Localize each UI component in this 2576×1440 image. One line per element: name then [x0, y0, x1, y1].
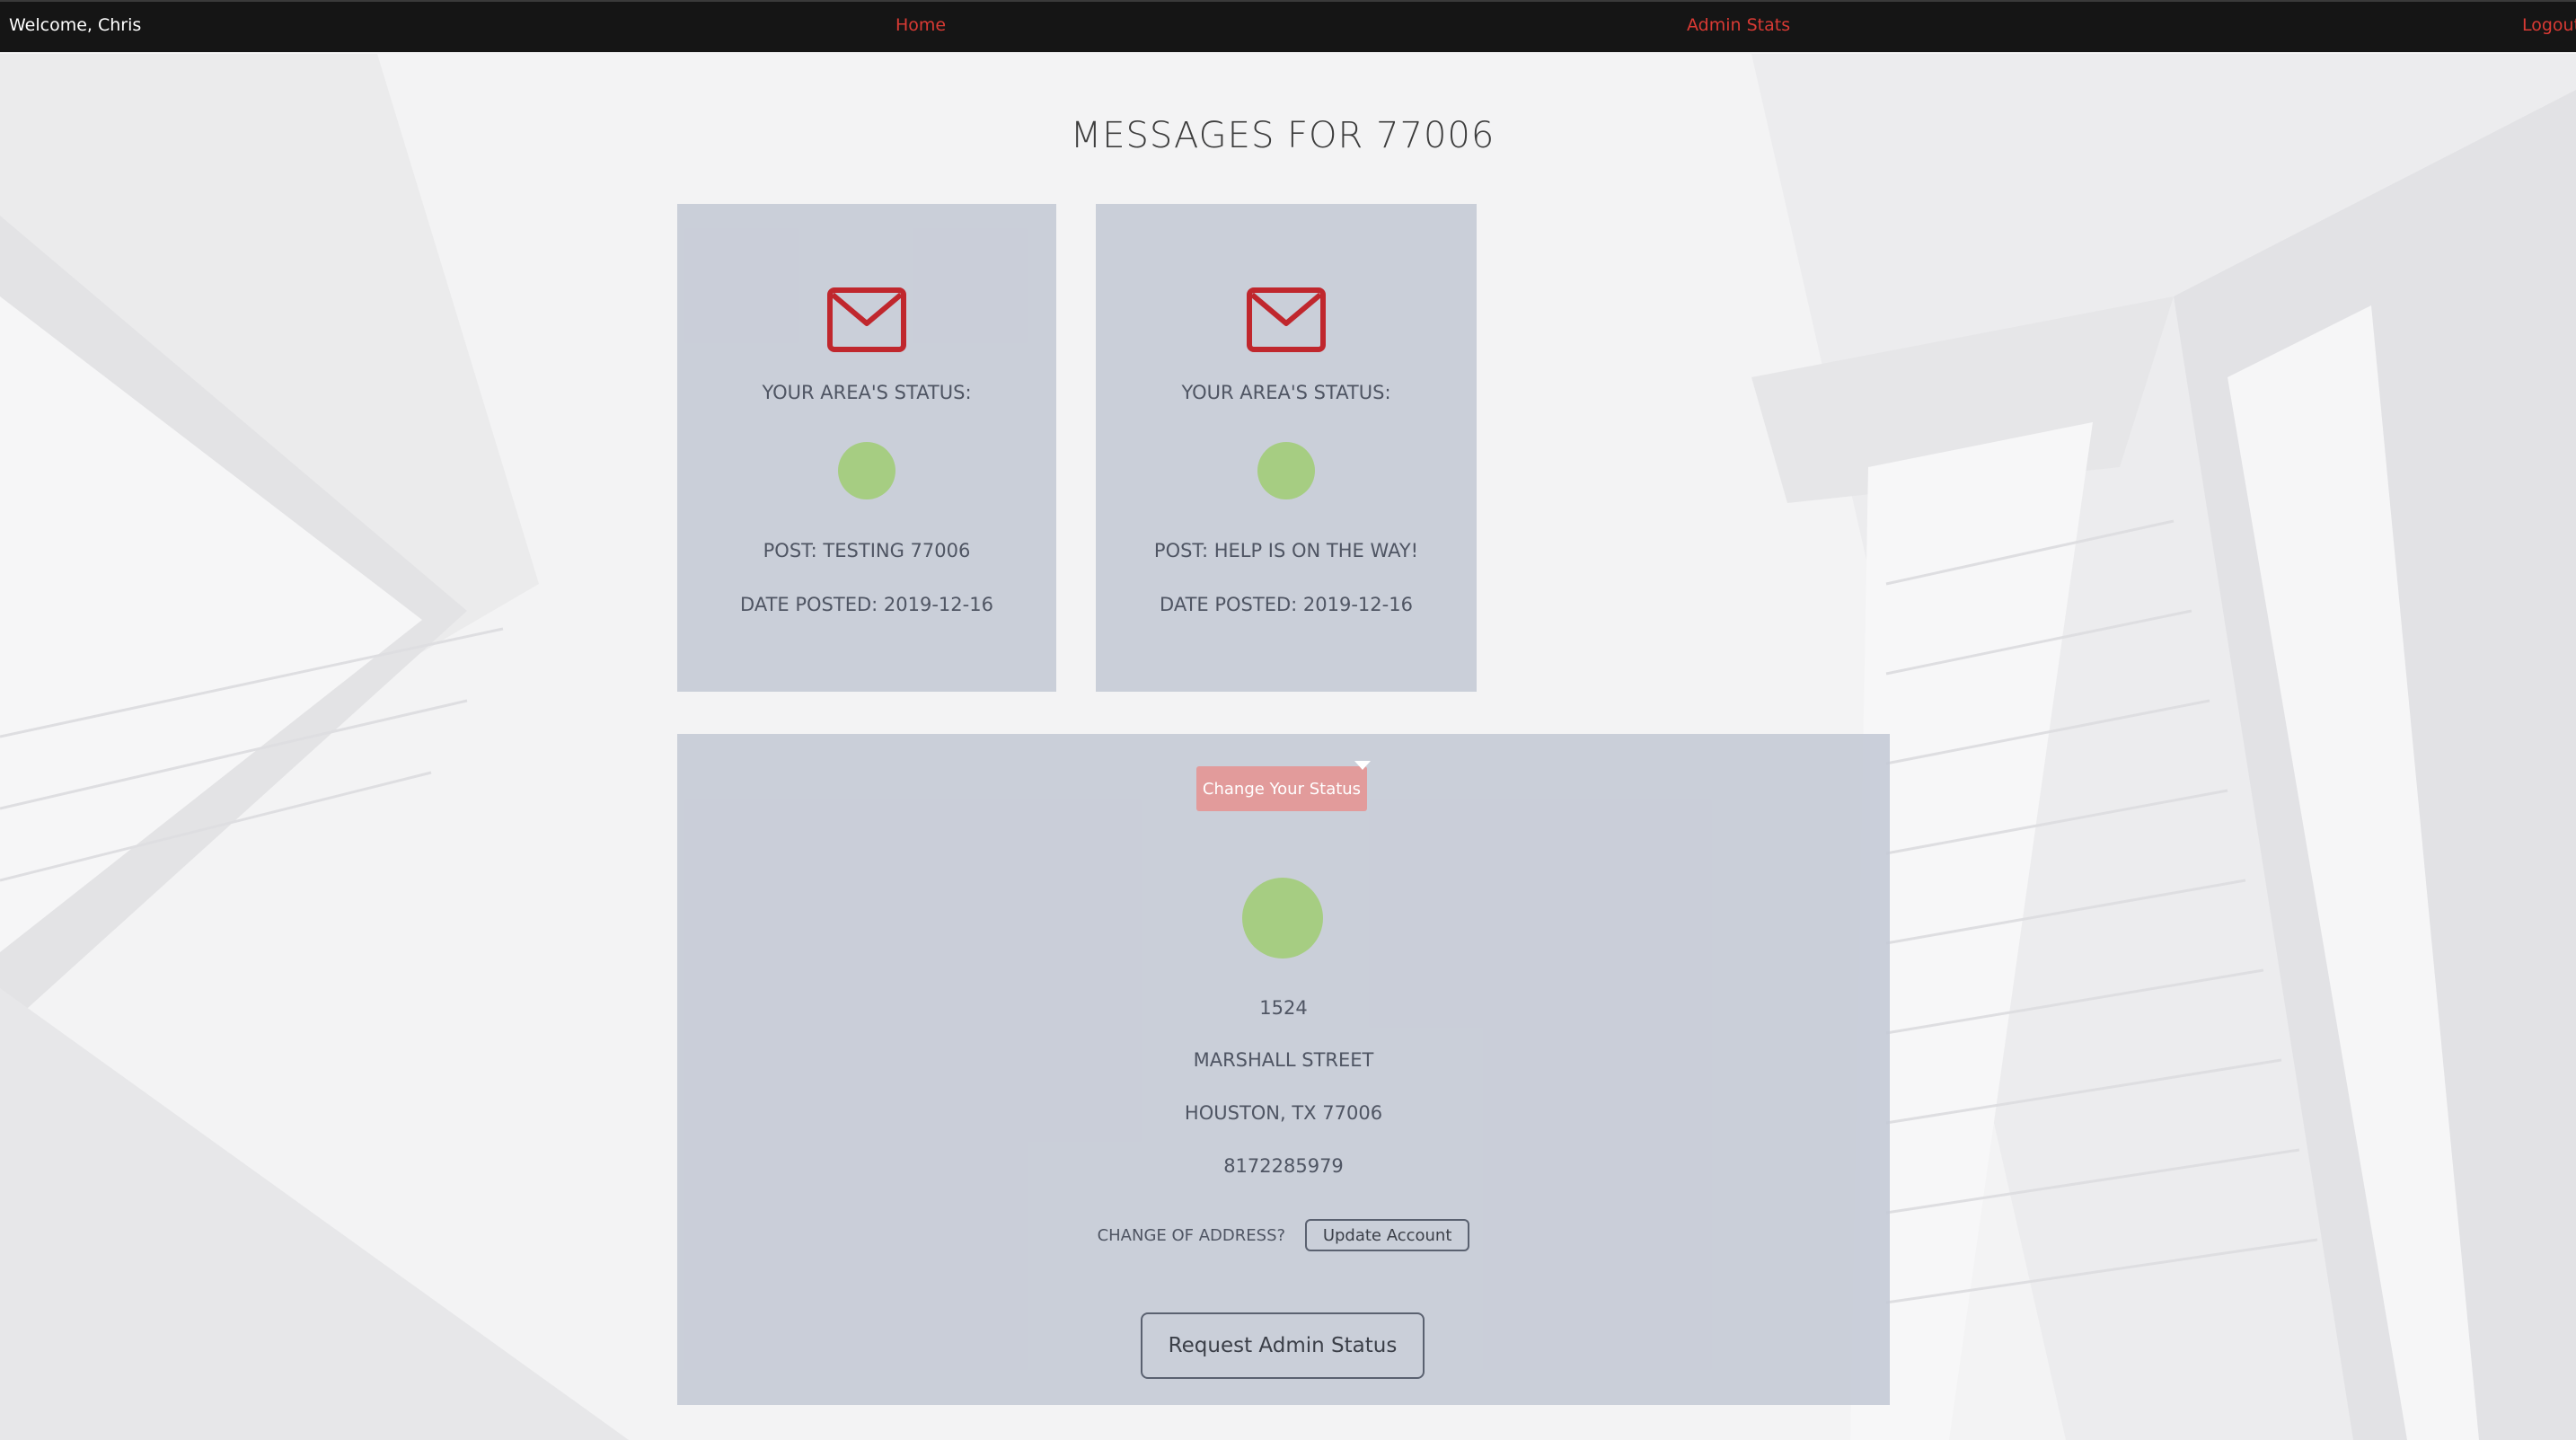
envelope-icon	[827, 287, 906, 352]
status-indicator	[838, 442, 895, 499]
update-account-button[interactable]: Update Account	[1304, 1219, 1470, 1251]
top-navbar: Welcome, Chris Home Admin Stats Logout	[0, 0, 2576, 52]
post-text: POST: HELP IS ON THE WAY!	[1153, 540, 1419, 561]
nav-logout-link[interactable]: Logout	[2522, 15, 2576, 35]
nav-home-link[interactable]: Home	[895, 15, 946, 35]
page-title: MESSAGES FOR 77006	[1070, 115, 1495, 156]
welcome-text: Welcome, Chris	[9, 15, 142, 35]
envelope-icon	[1247, 287, 1326, 352]
change-address-label: CHANGE OF ADDRESS?	[1097, 1225, 1286, 1245]
account-panel: Change Your Status 1524 MARSHALL STREET …	[677, 734, 1890, 1405]
caret-down-icon[interactable]	[1354, 761, 1371, 770]
street-number: 1524	[1259, 997, 1308, 1019]
street-name: MARSHALL STREET	[1193, 1049, 1374, 1071]
change-status-button[interactable]: Change Your Status	[1196, 766, 1367, 811]
city-state-zip: HOUSTON, TX 77006	[1184, 1102, 1383, 1124]
date-posted: DATE POSTED: 2019-12-16	[740, 594, 993, 615]
message-card: YOUR AREA'S STATUS: POST: HELP IS ON THE…	[1096, 204, 1477, 692]
change-address-row: CHANGE OF ADDRESS? Update Account	[677, 1219, 1890, 1251]
post-text: POST: TESTING 77006	[763, 540, 971, 561]
date-posted: DATE POSTED: 2019-12-16	[1160, 594, 1413, 615]
phone-number: 8172285979	[1223, 1155, 1344, 1177]
request-admin-status-button[interactable]: Request Admin Status	[1141, 1312, 1425, 1379]
area-status-label: YOUR AREA'S STATUS:	[762, 382, 972, 403]
area-status-label: YOUR AREA'S STATUS:	[1181, 382, 1391, 403]
nav-admin-stats-link[interactable]: Admin Stats	[1687, 15, 1790, 35]
user-status-indicator	[1242, 878, 1323, 959]
message-card: YOUR AREA'S STATUS: POST: TESTING 77006 …	[677, 204, 1056, 692]
status-indicator	[1257, 442, 1315, 499]
